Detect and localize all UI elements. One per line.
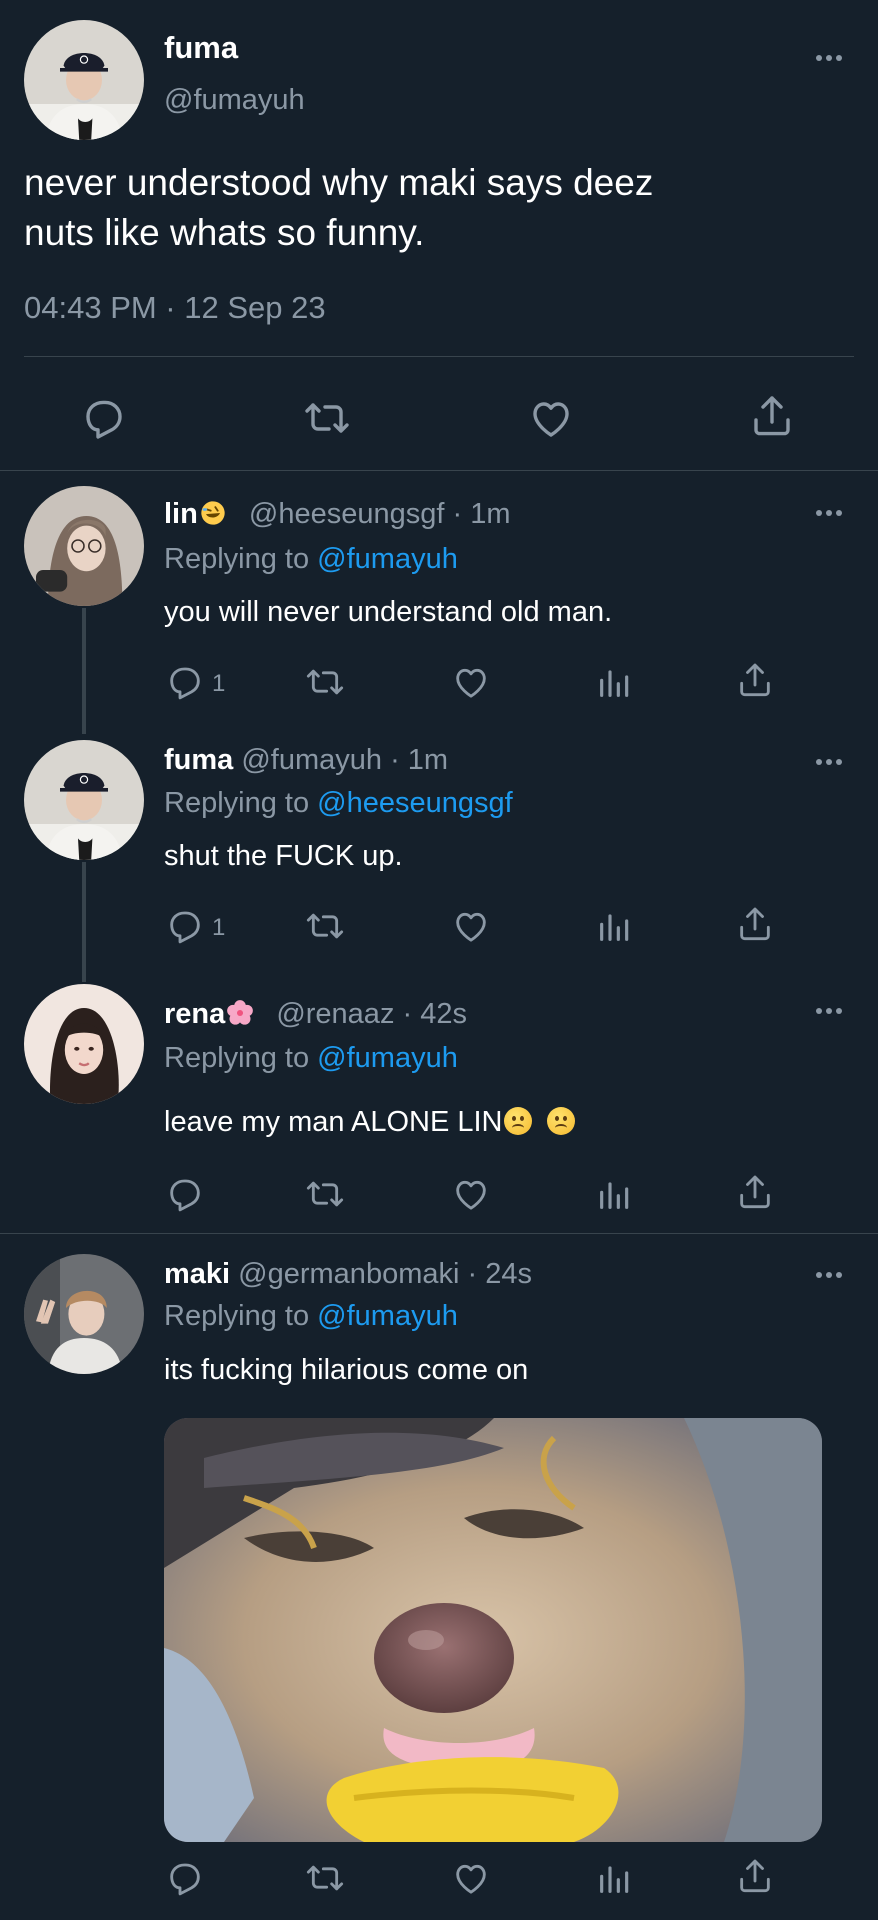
reply-icon[interactable]	[80, 394, 128, 442]
display-name[interactable]: rena	[164, 998, 225, 1030]
replying-to: Replying to @fumayuh	[164, 543, 458, 576]
replying-to: Replying to @heeseungsgf	[164, 787, 513, 820]
mention-link[interactable]: @fumayuh	[317, 1042, 458, 1074]
share-icon[interactable]	[735, 904, 775, 944]
reply-count: 1	[212, 670, 226, 697]
more-options-icon[interactable]	[814, 1270, 844, 1280]
like-icon[interactable]	[527, 394, 575, 442]
display-name[interactable]: lin	[164, 498, 198, 530]
share-icon[interactable]	[735, 1856, 775, 1896]
cherry-blossom-emoji	[226, 999, 254, 1027]
views-icon[interactable]	[595, 662, 635, 702]
handle[interactable]: @fumayuh	[241, 744, 382, 776]
more-options-icon[interactable]	[814, 53, 844, 63]
replying-prefix: Replying to	[164, 1300, 310, 1332]
display-name[interactable]: fuma	[164, 744, 233, 776]
slightly-frowning-face-emoji	[546, 1107, 575, 1135]
display-name[interactable]: maki	[164, 1258, 230, 1290]
replying-to: Replying to @fumayuh	[164, 1042, 458, 1075]
more-options-icon[interactable]	[814, 508, 844, 518]
views-icon[interactable]	[595, 1174, 635, 1214]
tweet-text-line: nuts like whats so funny.	[24, 212, 425, 253]
like-icon[interactable]	[451, 906, 491, 946]
tweet-header: rena @renaaz · 42s	[164, 998, 467, 1031]
time: · 1m	[452, 498, 511, 530]
handle[interactable]: @heeseungsgf	[249, 498, 445, 530]
thread-line	[82, 608, 86, 734]
reply-icon[interactable]	[165, 1858, 205, 1898]
display-name[interactable]: fuma	[164, 30, 238, 66]
replying-to: Replying to @fumayuh	[164, 1300, 458, 1333]
views-icon[interactable]	[595, 906, 635, 946]
handle[interactable]: @fumayuh	[164, 84, 305, 117]
tweet-header: fuma @fumayuh · 1m	[164, 744, 448, 777]
handle[interactable]: @renaaz	[276, 998, 394, 1030]
avatar[interactable]	[24, 740, 144, 860]
time: · 42s	[402, 998, 467, 1030]
reply-text: leave my man ALONE LIN	[164, 1106, 503, 1138]
divider	[0, 470, 878, 471]
retweet-icon[interactable]	[303, 394, 351, 442]
reply-icon[interactable]	[165, 1174, 205, 1214]
replying-prefix: Replying to	[164, 543, 310, 575]
timestamp[interactable]: 04:43 PM · 12 Sep 23	[24, 290, 326, 326]
avatar[interactable]	[24, 20, 144, 140]
reply-text: you will never understand old man.	[164, 596, 613, 628]
avatar[interactable]	[24, 486, 144, 606]
avatar[interactable]	[24, 1254, 144, 1374]
share-icon[interactable]	[735, 1172, 775, 1212]
replying-prefix: Replying to	[164, 1042, 310, 1074]
like-icon[interactable]	[451, 1858, 491, 1898]
rofl-emoji	[199, 499, 227, 527]
like-icon[interactable]	[451, 662, 491, 702]
like-icon[interactable]	[451, 1174, 491, 1214]
time: · 1m	[390, 744, 449, 776]
avatar[interactable]	[24, 984, 144, 1104]
time: · 24s	[467, 1258, 532, 1290]
retweet-icon[interactable]	[305, 662, 345, 702]
retweet-icon[interactable]	[305, 906, 345, 946]
reply-text: shut the FUCK up.	[164, 840, 403, 872]
slightly-frowning-face-emoji	[504, 1107, 533, 1135]
thread-line	[82, 862, 86, 982]
replying-prefix: Replying to	[164, 787, 310, 819]
more-options-icon[interactable]	[814, 1006, 844, 1016]
views-icon[interactable]	[595, 1858, 635, 1898]
mention-link[interactable]: @heeseungsgf	[317, 787, 513, 819]
retweet-icon[interactable]	[305, 1858, 345, 1898]
share-icon[interactable]	[735, 660, 775, 700]
tweet-header: lin @heeseungsgf · 1m	[164, 498, 511, 531]
tweet-header: maki @germanbomaki · 24s	[164, 1258, 532, 1291]
reply-text: its fucking hilarious come on	[164, 1354, 529, 1386]
reply-icon[interactable]	[165, 906, 205, 946]
tweet-text-line: never understood why maki says deez	[24, 162, 654, 203]
retweet-icon[interactable]	[305, 1174, 345, 1214]
reply-text-row: leave my man ALONE LIN	[164, 1106, 575, 1139]
divider	[0, 1233, 878, 1234]
handle[interactable]: @germanbomaki	[238, 1258, 459, 1290]
share-icon[interactable]	[748, 392, 796, 440]
dog-meme-photo	[164, 1418, 822, 1842]
more-options-icon[interactable]	[814, 757, 844, 767]
reply-count: 1	[212, 914, 226, 941]
mention-link[interactable]: @fumayuh	[317, 543, 458, 575]
reply-icon[interactable]	[165, 662, 205, 702]
divider	[24, 356, 854, 357]
media-image[interactable]	[164, 1418, 822, 1842]
mention-link[interactable]: @fumayuh	[317, 1300, 458, 1332]
